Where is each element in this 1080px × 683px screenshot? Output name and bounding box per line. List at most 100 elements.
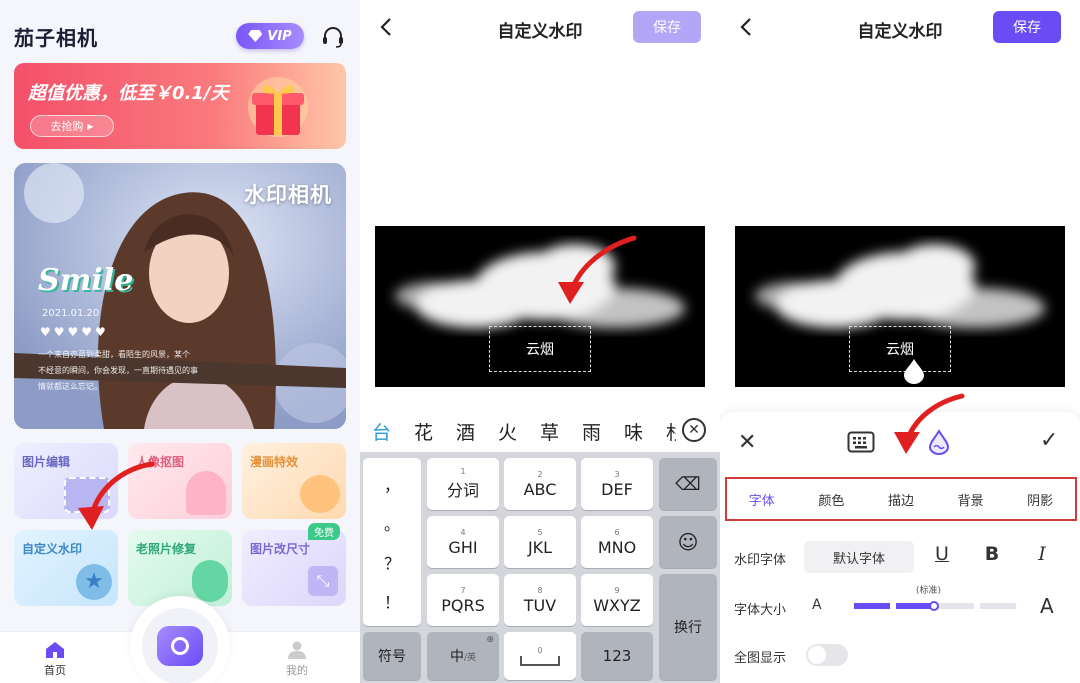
bear-icon bbox=[300, 475, 340, 513]
candidate[interactable]: 草 bbox=[540, 418, 582, 445]
close-candidates-icon[interactable]: ✕ bbox=[682, 418, 706, 442]
confirm-check-icon[interactable]: ✓ bbox=[1040, 428, 1058, 453]
emoji-icon: ☺ bbox=[677, 530, 699, 554]
bold-icon[interactable]: B bbox=[980, 543, 1004, 565]
drag-handle-icon[interactable] bbox=[903, 358, 925, 384]
space-icon bbox=[520, 656, 560, 666]
keyboard-icon[interactable] bbox=[847, 431, 875, 455]
nav-home[interactable]: 首页 bbox=[44, 641, 66, 678]
close-icon[interactable]: ✕ bbox=[738, 430, 756, 455]
watermark-canvas[interactable]: 云烟 bbox=[375, 226, 705, 387]
text-style-group: U B I bbox=[930, 543, 1054, 565]
tab-shadow[interactable]: 阴影 bbox=[1027, 490, 1053, 509]
watermark-text-box[interactable]: 云烟 bbox=[849, 326, 951, 372]
key-1[interactable]: 1 分词 bbox=[427, 458, 499, 510]
tab-color[interactable]: 颜色 bbox=[818, 490, 844, 509]
small-a-icon: A bbox=[812, 597, 822, 613]
resize-image-card[interactable]: 免费 图片改尺寸 ⤡ bbox=[242, 523, 346, 606]
headset-icon[interactable] bbox=[320, 24, 346, 50]
style-editor-screen: 自定义水印 保存 云烟 ✕ ✓ 字体 颜色 描边 背景 阴影 水印字体 默认字体… bbox=[720, 0, 1080, 683]
caption-line: 情就都这么忘记。 bbox=[38, 382, 102, 391]
nav-home-label: 首页 bbox=[44, 664, 66, 677]
save-button[interactable]: 保存 bbox=[633, 11, 701, 43]
candidate[interactable]: 味 bbox=[624, 418, 666, 445]
nav-mine[interactable]: 我的 bbox=[286, 641, 308, 678]
enter-key[interactable]: 换行 bbox=[659, 574, 717, 680]
custom-watermark-card[interactable]: 自定义水印 ★ bbox=[14, 530, 118, 606]
language-key[interactable]: 中/英 ⊕ bbox=[427, 632, 499, 680]
candidate[interactable]: 酒 bbox=[456, 418, 498, 445]
key-4[interactable]: 4 GHI bbox=[427, 516, 499, 568]
keyboard: ， 。 ？ ！ 1 分词 2 ABC 3 DEF 4 GHI 5 JKL 6 MNO 7 PQ… bbox=[360, 452, 720, 683]
buy-now-button[interactable]: 去抢购 ▶ bbox=[30, 115, 114, 137]
hero-date: 2021.01.20 bbox=[42, 308, 100, 319]
card-label: 图片改尺寸 bbox=[250, 542, 311, 556]
camera-button[interactable] bbox=[142, 608, 218, 683]
symbols-key[interactable]: 符号 bbox=[363, 632, 421, 680]
key-3[interactable]: 3 DEF bbox=[581, 458, 653, 510]
tab-font[interactable]: 字体 bbox=[749, 490, 775, 509]
candidate[interactable]: 台 bbox=[372, 418, 414, 445]
backspace-key[interactable]: ⌫ bbox=[659, 458, 717, 510]
hearts: ♥♥♥♥♥ bbox=[40, 325, 109, 339]
diamond-icon bbox=[248, 30, 263, 42]
play-icon: ▶ bbox=[87, 121, 94, 131]
font-size-slider[interactable] bbox=[854, 601, 1016, 611]
save-button[interactable]: 保存 bbox=[993, 11, 1061, 43]
key-num: 6 bbox=[614, 527, 620, 537]
slider-thumb[interactable] bbox=[929, 601, 939, 611]
key-7[interactable]: 7 PQRS bbox=[427, 574, 499, 626]
punct-key[interactable]: ！ bbox=[384, 589, 400, 613]
free-badge: 免费 bbox=[308, 523, 340, 540]
key-num: 9 bbox=[614, 585, 620, 595]
watermark-camera-hero[interactable]: 水印相机 Smile 2021.01.20 ♥♥♥♥♥ 一个来自亦蓝到柔甜，看陌… bbox=[14, 163, 346, 429]
candidate[interactable]: 火 bbox=[498, 418, 540, 445]
underline-icon[interactable]: U bbox=[930, 543, 954, 565]
key-num: 8 bbox=[537, 585, 543, 595]
key-8[interactable]: 8 TUV bbox=[504, 574, 576, 626]
punct-key[interactable]: ， bbox=[384, 472, 400, 496]
card-label: 老照片修复 bbox=[136, 542, 197, 556]
candidate[interactable]: 杉 bbox=[666, 418, 676, 445]
key-num: 5 bbox=[537, 527, 543, 537]
caption-line: 一个来自亦蓝到柔甜，看陌生的风景，某个 bbox=[38, 350, 190, 359]
key-label: GHI bbox=[448, 537, 478, 557]
punct-key[interactable]: 。 bbox=[384, 511, 400, 535]
card-label: 漫画特效 bbox=[250, 455, 299, 469]
key-num: 1 bbox=[460, 467, 466, 476]
fullscreen-toggle[interactable] bbox=[806, 644, 848, 666]
size-hint: (标准) bbox=[916, 586, 942, 596]
vip-button[interactable]: VIP bbox=[236, 23, 304, 49]
emoji-key[interactable]: ☺ bbox=[659, 516, 717, 568]
comic-effect-card[interactable]: 漫画特效 bbox=[242, 443, 346, 519]
tab-background[interactable]: 背景 bbox=[958, 490, 984, 509]
watermark-canvas[interactable]: 云烟 bbox=[735, 226, 1065, 387]
candidate[interactable]: 雨 bbox=[582, 418, 624, 445]
key-label: TUV bbox=[523, 595, 557, 615]
space-key[interactable]: 0 bbox=[504, 632, 576, 680]
buy-now-label: 去抢购 bbox=[50, 120, 84, 133]
italic-icon[interactable]: I bbox=[1030, 543, 1054, 565]
star-icon: ★ bbox=[76, 564, 112, 600]
font-select[interactable]: 默认字体 bbox=[804, 541, 914, 573]
candidate[interactable]: 花 bbox=[414, 418, 456, 445]
promo-banner[interactable]: 超值优惠，低至￥0.1/天 去抢购 ▶ bbox=[14, 63, 346, 149]
key-5[interactable]: 5 JKL bbox=[504, 516, 576, 568]
key-9[interactable]: 9 WXYZ bbox=[581, 574, 653, 626]
key-label: PQRS bbox=[441, 595, 485, 615]
large-a-icon: A bbox=[1040, 594, 1054, 618]
tab-stroke[interactable]: 描边 bbox=[888, 490, 914, 509]
size-label: 字体大小 bbox=[734, 603, 787, 618]
globe-icon: ⊕ bbox=[486, 635, 494, 645]
face-icon bbox=[192, 560, 228, 602]
key-2[interactable]: 2 ABC bbox=[504, 458, 576, 510]
photo-restore-card[interactable]: 老照片修复 bbox=[128, 530, 232, 606]
font-label: 水印字体 bbox=[734, 553, 787, 568]
key-num: 3 bbox=[614, 469, 620, 479]
key-6[interactable]: 6 MNO bbox=[581, 516, 653, 568]
watermark-text-box[interactable]: 云烟 bbox=[489, 326, 591, 372]
punct-key[interactable]: ？ bbox=[384, 550, 400, 574]
number-key[interactable]: 123 bbox=[581, 632, 653, 680]
nav-mine-label: 我的 bbox=[286, 664, 308, 677]
hero-caption: 一个来自亦蓝到柔甜，看陌生的风景，某个 不经意的瞬间，你会发现，一直期待遇见的事… bbox=[38, 347, 248, 395]
